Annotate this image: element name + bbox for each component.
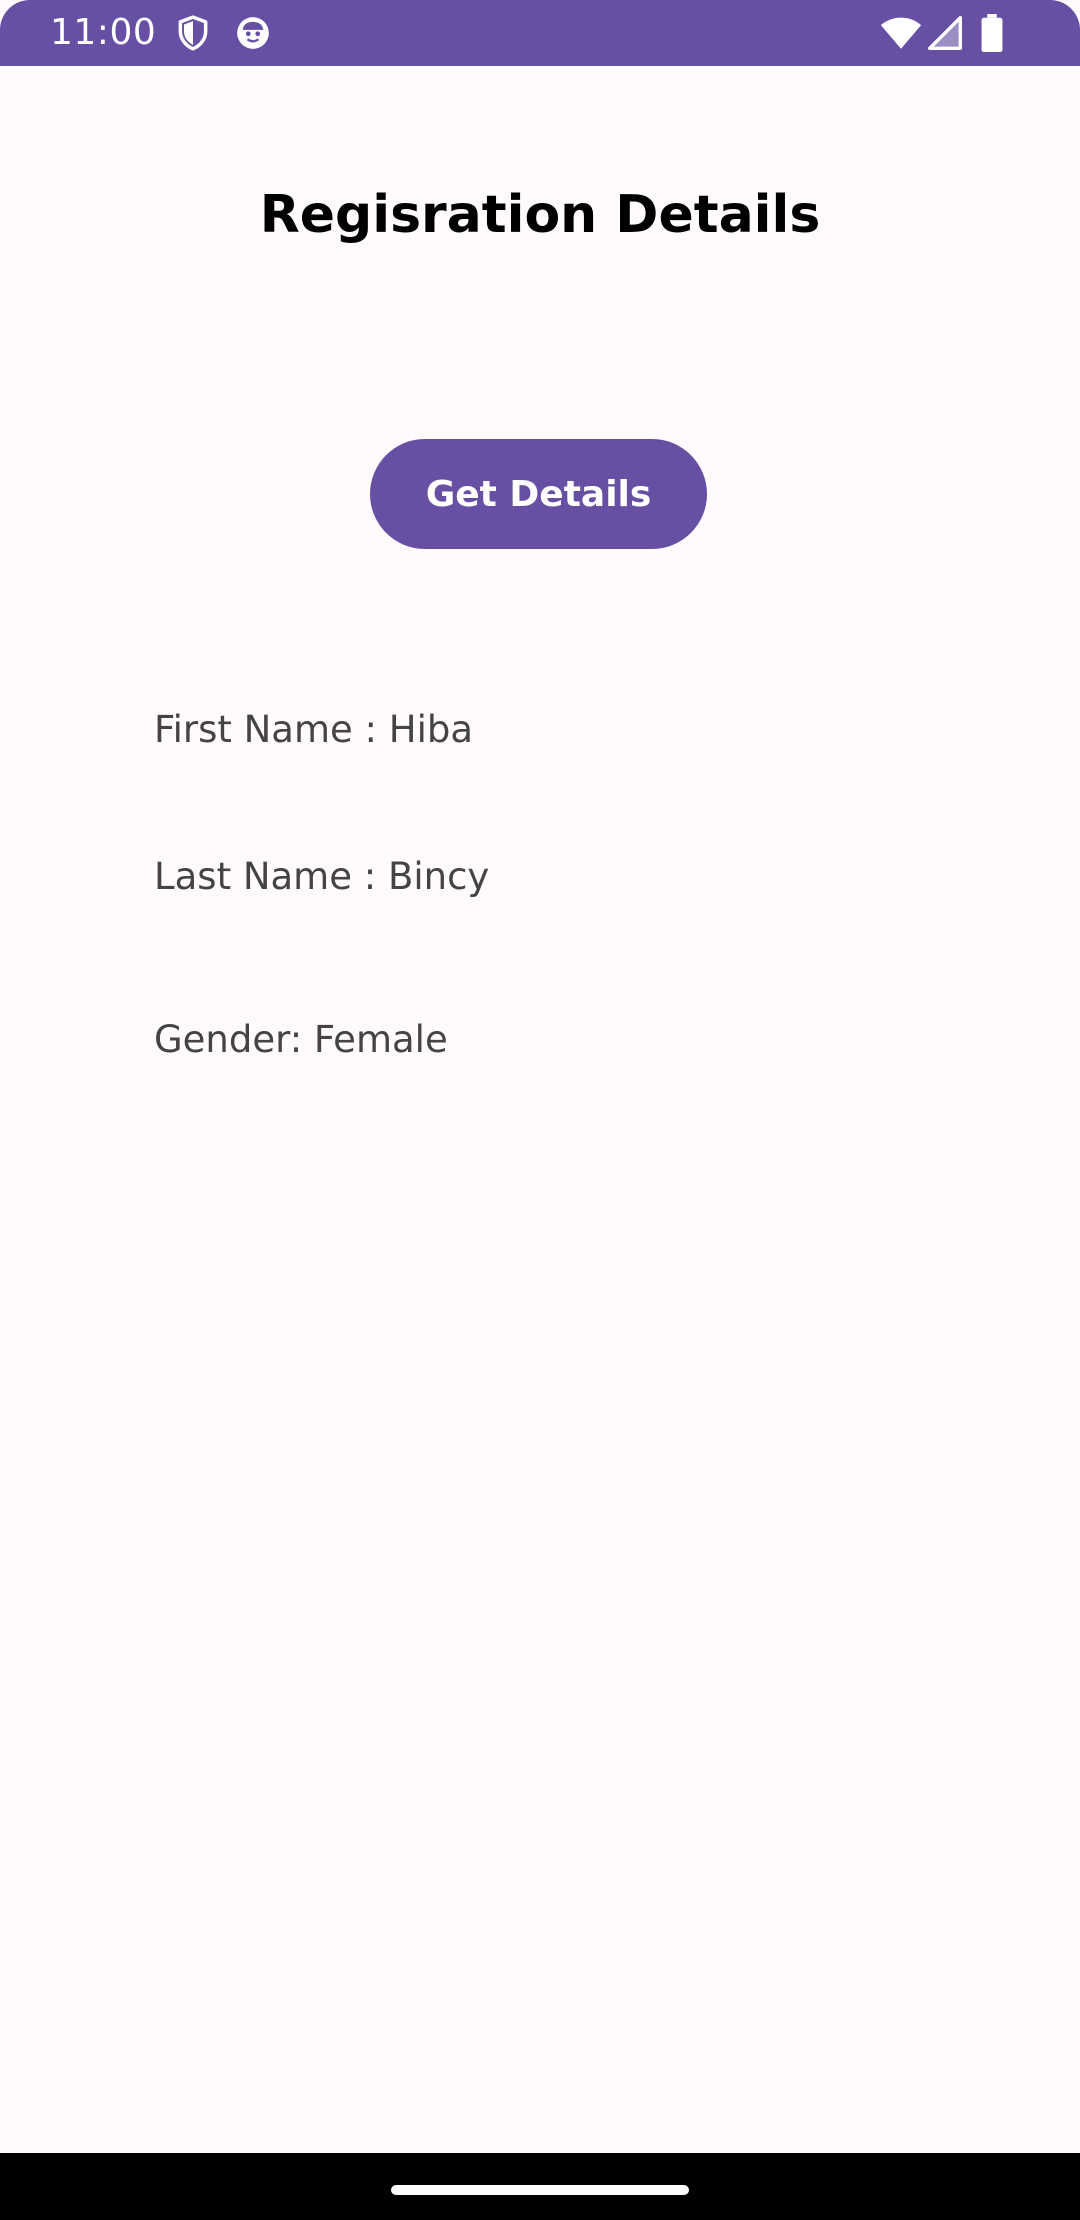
get-details-button[interactable]: Get Details bbox=[370, 439, 707, 549]
gender-text: Gender: Female bbox=[154, 1018, 448, 1061]
battery-icon bbox=[980, 14, 1004, 52]
last-name-text: Last Name : Bincy bbox=[154, 855, 490, 898]
home-handle[interactable] bbox=[391, 2185, 689, 2195]
status-time: 11:00 bbox=[50, 12, 157, 53]
page-title: Regisration Details bbox=[259, 185, 821, 245]
signal-icon bbox=[928, 15, 962, 51]
shield-icon bbox=[174, 14, 212, 52]
face-icon bbox=[234, 14, 272, 52]
wifi-icon bbox=[880, 15, 922, 51]
navigation-bar bbox=[0, 2153, 1080, 2220]
status-bar: 11:00 bbox=[0, 0, 1080, 66]
first-name-text: First Name : Hiba bbox=[154, 708, 474, 751]
